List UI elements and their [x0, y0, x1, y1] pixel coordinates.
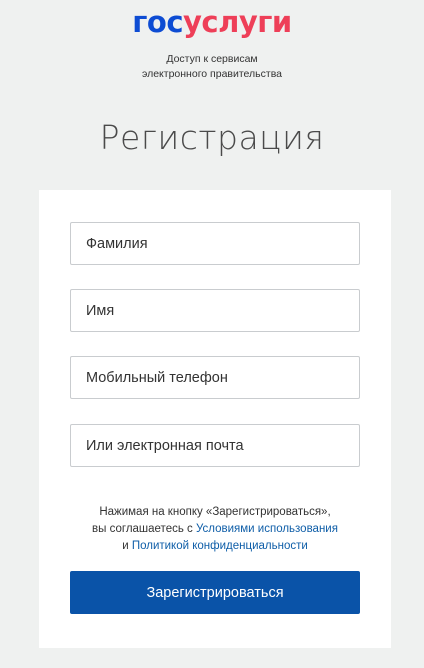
register-button[interactable]: Зарегистрироваться — [70, 571, 360, 614]
first-name-input[interactable] — [70, 289, 360, 332]
registration-page: госуслуги Доступ к сервисам электронного… — [0, 0, 424, 668]
agreement-line-2-prefix: вы соглашаетесь с — [92, 523, 196, 535]
terms-of-use-link[interactable]: Условиями использования — [196, 523, 338, 535]
agreement-line-1: Нажимая на кнопку «Зарегистрироваться», — [99, 506, 331, 518]
agreement-line-2: вы соглашаетесь с Условиями использовани… — [39, 521, 391, 538]
privacy-policy-link[interactable]: Политикой конфиденциальности — [132, 540, 308, 552]
agreement-text: Нажимая на кнопку «Зарегистрироваться», … — [39, 504, 391, 555]
logo-part-gos: гос — [132, 5, 184, 39]
email-input[interactable] — [70, 424, 360, 467]
agreement-line-3-prefix: и — [122, 540, 132, 552]
gosuslugi-logo[interactable]: госуслуги — [0, 6, 424, 38]
registration-form-card: Нажимая на кнопку «Зарегистрироваться», … — [39, 190, 391, 648]
tagline: Доступ к сервисам электронного правитель… — [0, 52, 424, 82]
agreement-line-3: и Политикой конфиденциальности — [39, 538, 391, 555]
last-name-input[interactable] — [70, 222, 360, 265]
logo-part-uslugi: услуги — [183, 5, 292, 39]
tagline-line-2: электронного правительства — [141, 68, 283, 80]
mobile-phone-input[interactable] — [70, 356, 360, 399]
page-title: Регистрация — [99, 118, 325, 157]
tagline-line-1: Доступ к сервисам — [166, 53, 258, 65]
